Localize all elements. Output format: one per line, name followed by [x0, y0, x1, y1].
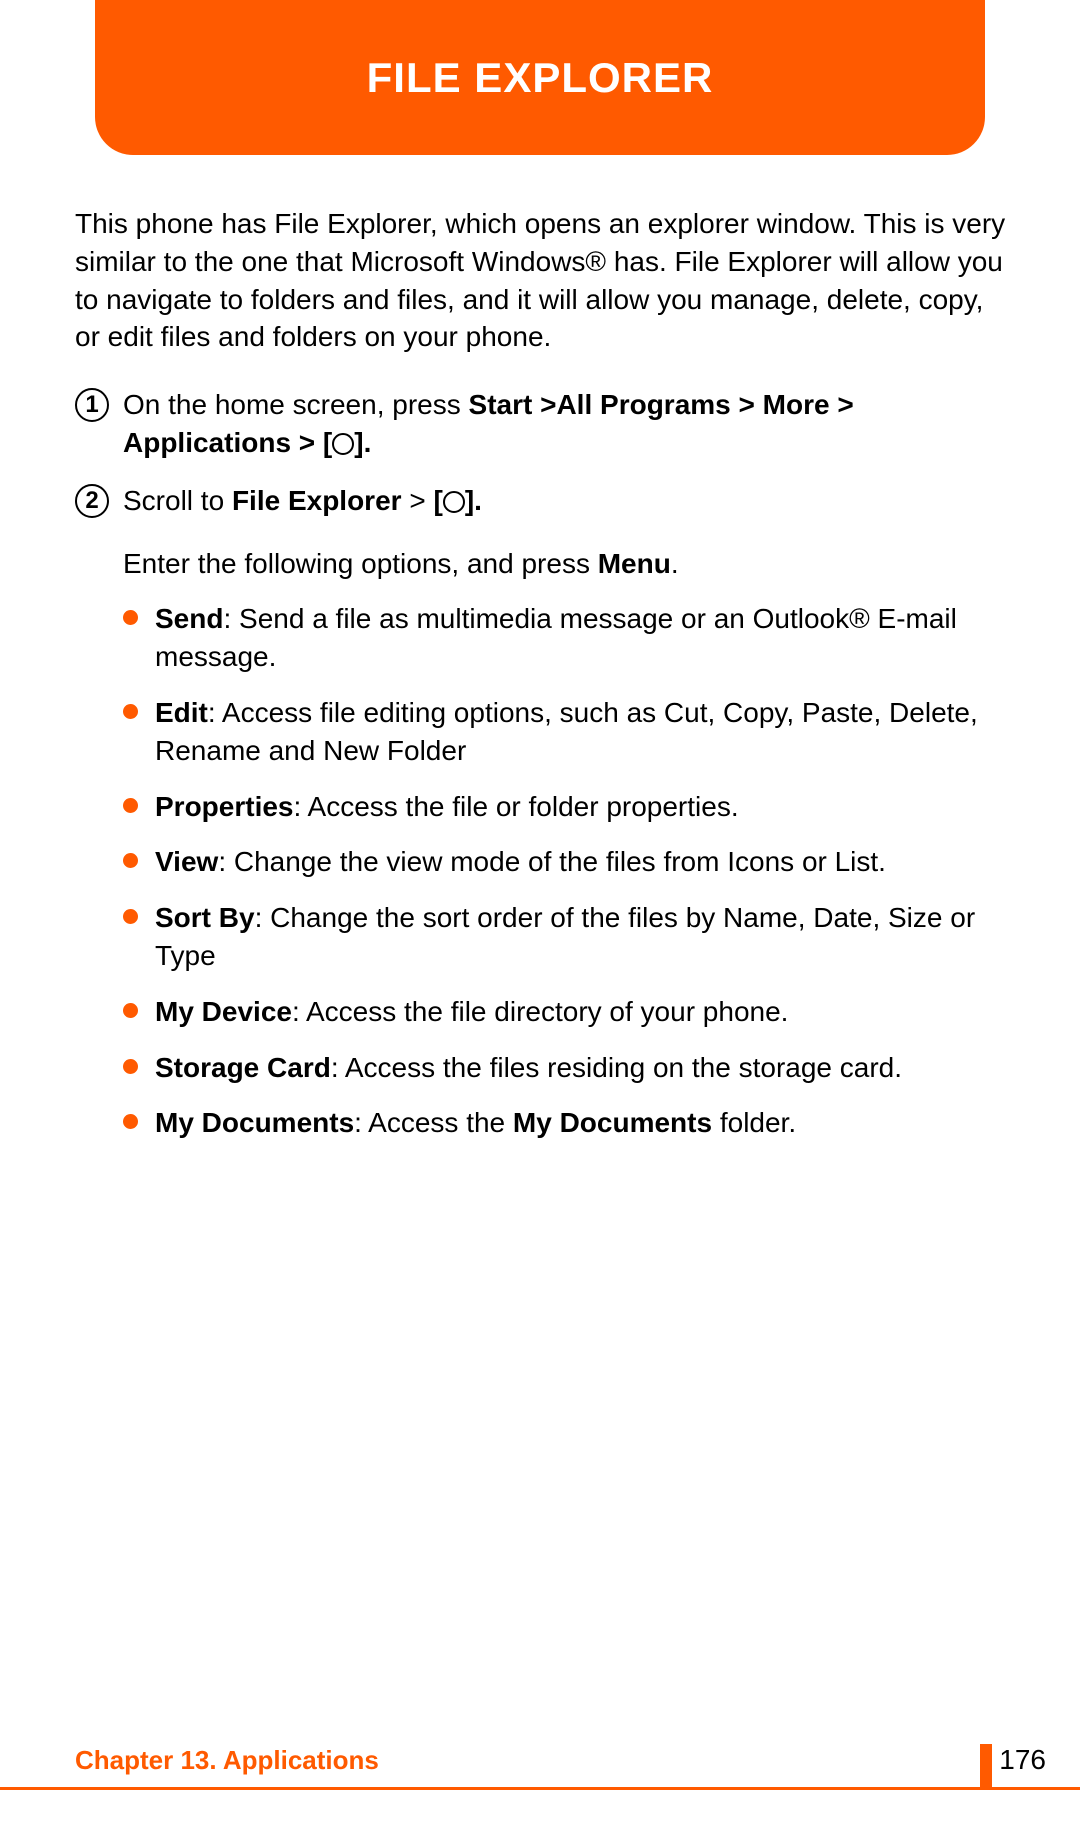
option-my-documents-bold-c: My Documents [513, 1107, 712, 1138]
option-view-text: : Change the view mode of the files from… [218, 846, 886, 877]
options-list: Send: Send a file as multimedia message … [123, 600, 1010, 1142]
option-my-documents-text-d: folder. [712, 1107, 796, 1138]
option-view-label: View [155, 846, 218, 877]
step-number-2: 2 [75, 484, 109, 518]
footer-line [0, 1787, 1080, 1790]
option-properties-label: Properties [155, 791, 294, 822]
footer-page-number: 176 [999, 1744, 1046, 1776]
option-my-documents-text-a: : Access the [354, 1107, 513, 1138]
option-properties: Properties: Access the file or folder pr… [123, 788, 1010, 826]
options-intro-a: Enter the following options, and press [123, 548, 598, 579]
header-banner: FILE EXPLORER [95, 0, 985, 155]
option-storage-card: Storage Card: Access the files residing … [123, 1049, 1010, 1087]
option-my-device-label: My Device [155, 996, 292, 1027]
step-1-bold-d: ]. [354, 427, 371, 458]
option-view: View: Change the view mode of the files … [123, 843, 1010, 881]
option-edit-text: : Access file editing options, such as C… [155, 697, 978, 766]
intro-paragraph: This phone has File Explorer, which open… [75, 205, 1010, 356]
center-key-icon [332, 433, 354, 455]
step-2-bold-b: File Explorer [232, 485, 402, 516]
option-sort-by: Sort By: Change the sort order of the fi… [123, 899, 1010, 975]
step-2-bold-d: [ [433, 485, 442, 516]
step-1: 1 On the home screen, press Start >All P… [75, 386, 1010, 462]
step-2-text-c: > [402, 485, 434, 516]
step-1-body: On the home screen, press Start >All Pro… [123, 386, 1010, 462]
option-sort-by-text: : Change the sort order of the files by … [155, 902, 975, 971]
content-body: This phone has File Explorer, which open… [75, 205, 1010, 1142]
step-1-text-a: On the home screen, press [123, 389, 469, 420]
option-sort-by-label: Sort By [155, 902, 255, 933]
options-intro-c: . [671, 548, 679, 579]
option-my-device-text: : Access the file directory of your phon… [292, 996, 788, 1027]
option-properties-text: : Access the file or folder properties. [294, 791, 739, 822]
options-intro: Enter the following options, and press M… [123, 545, 1010, 583]
option-my-documents-label: My Documents [155, 1107, 354, 1138]
footer-chapter: Chapter 13. Applications [75, 1745, 379, 1776]
option-edit: Edit: Access file editing options, such … [123, 694, 1010, 770]
page-title: FILE EXPLORER [367, 54, 714, 102]
step-2: 2 Scroll to File Explorer > []. [75, 482, 1010, 520]
step-2-text-a: Scroll to [123, 485, 232, 516]
options-intro-b: Menu [598, 548, 671, 579]
step-1-bold-b: Start > [469, 389, 557, 420]
step-2-bold-e: ]. [465, 485, 482, 516]
option-storage-card-text: : Access the files residing on the stora… [331, 1052, 902, 1083]
step-2-body: Scroll to File Explorer > []. [123, 482, 1010, 520]
option-send: Send: Send a file as multimedia message … [123, 600, 1010, 676]
option-my-device: My Device: Access the file directory of … [123, 993, 1010, 1031]
option-send-text: : Send a file as multimedia message or a… [155, 603, 957, 672]
option-edit-label: Edit [155, 697, 208, 728]
center-key-icon [443, 491, 465, 513]
option-my-documents: My Documents: Access the My Documents fo… [123, 1104, 1010, 1142]
option-send-label: Send [155, 603, 223, 634]
step-number-1: 1 [75, 388, 109, 422]
footer-tab [980, 1744, 992, 1790]
option-storage-card-label: Storage Card [155, 1052, 331, 1083]
